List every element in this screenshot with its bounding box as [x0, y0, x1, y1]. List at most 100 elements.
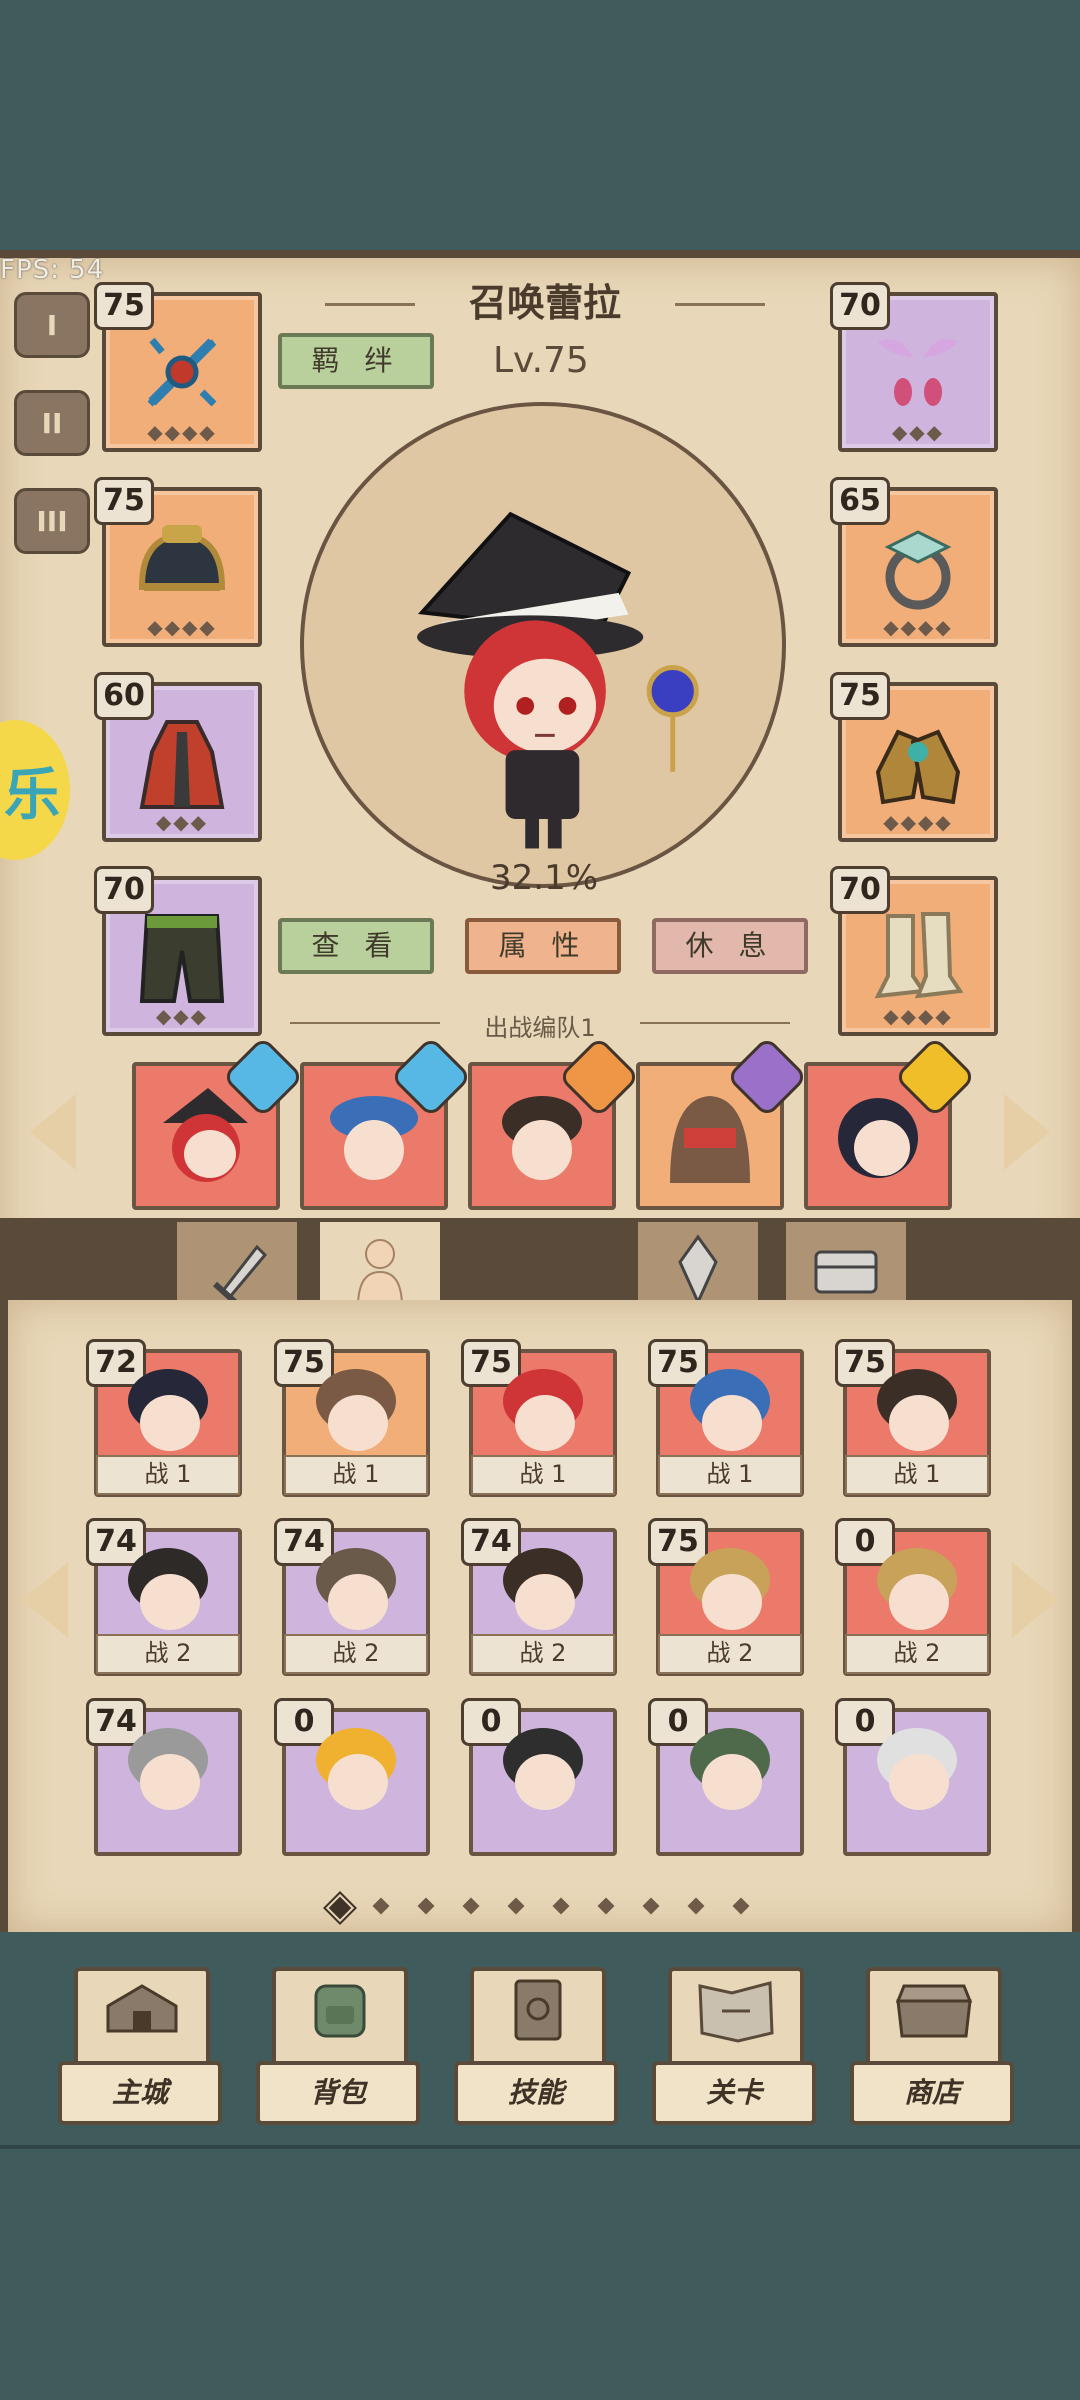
- equip-slot-helmet[interactable]: 75 ◆◆◆◆: [94, 477, 262, 647]
- title-divider: [675, 303, 765, 306]
- boots-icon: [874, 912, 964, 999]
- equip-slot-earrings[interactable]: 70 ◆◆◆: [830, 282, 998, 452]
- hero-face-icon: [877, 1369, 957, 1451]
- team-member-hooded[interactable]: [636, 1035, 809, 1210]
- nav-backpack[interactable]: 背包: [256, 1967, 420, 2125]
- hero-face-icon: [316, 1728, 396, 1810]
- roster-next-arrow[interactable]: [1012, 1562, 1058, 1638]
- view-button[interactable]: 查 看: [278, 918, 434, 974]
- equip-slot-ring[interactable]: 65 ◆◆◆◆: [830, 477, 998, 647]
- title-divider: [325, 303, 415, 306]
- nav-label: 技能: [454, 2061, 618, 2125]
- team-divider: [640, 1022, 790, 1024]
- hero-card[interactable]: 0: [648, 1698, 804, 1856]
- equip-stars: ◆◆◆: [155, 1004, 209, 1028]
- nav-label: 关卡: [652, 2061, 816, 2125]
- rank-2-icon[interactable]: II: [14, 390, 90, 456]
- hero-card[interactable]: 0: [835, 1698, 991, 1856]
- exp-percent: 32.1%: [490, 858, 599, 898]
- nav-label: 商店: [850, 2061, 1014, 2125]
- hero-face-icon: [503, 1728, 583, 1810]
- hooded-face-icon: [670, 1096, 750, 1183]
- hero-card[interactable]: 75 战 1: [648, 1339, 804, 1497]
- equip-slot-staff[interactable]: 75 ◆◆◆◆: [94, 282, 262, 452]
- witch-face-icon: [163, 1088, 248, 1182]
- ring-icon: [884, 530, 952, 610]
- team-tag: 战 2: [284, 1634, 428, 1674]
- team-member-circlet-boy[interactable]: [468, 1035, 641, 1210]
- nav-label: 主城: [58, 2061, 222, 2125]
- hero-face-icon: [877, 1728, 957, 1810]
- backpack-icon: [314, 1984, 366, 2038]
- character-level: Lv.75: [493, 340, 589, 381]
- nav-stages[interactable]: 关卡: [652, 1967, 816, 2125]
- earrings-icon: [878, 339, 958, 406]
- hero-card[interactable]: 74 战 2: [86, 1518, 242, 1676]
- rank-1-icon[interactable]: I: [14, 292, 90, 358]
- hero-face-icon: [503, 1548, 583, 1630]
- hero-card[interactable]: 0战 2: [835, 1518, 991, 1676]
- blue-cap-face-icon: [330, 1096, 418, 1180]
- rank-label: II: [41, 406, 63, 440]
- equip-stars: ◆◆◆◆: [147, 420, 217, 444]
- team-member-blue-cap[interactable]: [300, 1035, 473, 1210]
- hero-card[interactable]: 0: [274, 1698, 430, 1856]
- gloves-icon: [875, 729, 961, 805]
- team-tag: 战 2: [658, 1634, 802, 1674]
- hero-face-icon: [316, 1548, 396, 1630]
- team-tag: 战 2: [471, 1634, 615, 1674]
- robe-icon: [139, 720, 225, 809]
- team-divider: [290, 1022, 440, 1024]
- hero-card[interactable]: 74: [86, 1698, 242, 1856]
- equip-slot-robe[interactable]: 60 ◆◆◆: [94, 672, 262, 842]
- house-icon: [106, 1984, 178, 2033]
- hero-face-icon: [316, 1369, 396, 1451]
- rest-button[interactable]: 休 息: [652, 918, 808, 974]
- hero-face-icon: [128, 1369, 208, 1451]
- character-name: 召唤蕾拉: [468, 281, 621, 325]
- hero-face-icon: [690, 1728, 770, 1810]
- team-next-arrow[interactable]: [1004, 1094, 1050, 1170]
- nav-main-city[interactable]: 主城: [58, 1967, 222, 2125]
- rank-label: I: [46, 308, 58, 342]
- team-tag: 战 1: [471, 1455, 615, 1495]
- nav-label: 背包: [256, 2061, 420, 2125]
- team-tag: 战 2: [845, 1634, 989, 1674]
- hero-card[interactable]: 0: [461, 1698, 617, 1856]
- hero-card[interactable]: 75 战 2: [648, 1518, 804, 1676]
- character-portrait[interactable]: [300, 402, 786, 888]
- hero-card[interactable]: 75 战 1: [461, 1339, 617, 1497]
- rank-3-icon[interactable]: III: [14, 488, 90, 554]
- equip-stars: ◆◆◆◆: [883, 1004, 953, 1028]
- roster-prev-arrow[interactable]: [22, 1562, 68, 1638]
- nav-shop[interactable]: 商店: [850, 1967, 1014, 2125]
- equip-slot-pants[interactable]: 70 ◆◆◆: [94, 866, 262, 1036]
- team-prev-arrow[interactable]: [30, 1094, 76, 1170]
- hero-card[interactable]: 75 战 1: [835, 1339, 991, 1497]
- hero-face-icon: [690, 1548, 770, 1630]
- team-member-witch[interactable]: [132, 1035, 305, 1210]
- nav-skills[interactable]: 技能: [454, 1967, 618, 2125]
- team-tag: 战 1: [96, 1455, 240, 1495]
- team-tag: 战 1: [658, 1455, 802, 1495]
- equip-stars: ◆◆◆◆: [147, 615, 217, 639]
- team-label: 出战编队1: [484, 1014, 596, 1042]
- fps-counter: FPS: 54: [0, 255, 105, 285]
- team-member-dark-hair-girl[interactable]: [804, 1035, 977, 1210]
- dark-hair-girl-face-icon: [838, 1098, 918, 1178]
- hero-card[interactable]: 75 战 1: [274, 1339, 430, 1497]
- team-tag: 战 1: [845, 1455, 989, 1495]
- equip-slot-gloves[interactable]: 75 ◆◆◆◆: [830, 672, 998, 842]
- attributes-button[interactable]: 属 性: [465, 918, 621, 974]
- hero-card[interactable]: 74 战 2: [461, 1518, 617, 1676]
- equip-stars: ◆◆◆: [155, 810, 209, 834]
- hero-face-icon: [877, 1548, 957, 1630]
- circlet-boy-face-icon: [502, 1096, 582, 1180]
- top-background: [0, 0, 1080, 250]
- hero-face-icon: [128, 1728, 208, 1810]
- side-coin-label: 乐: [4, 763, 60, 828]
- hero-card[interactable]: 74 战 2: [274, 1518, 430, 1676]
- hero-card[interactable]: 72 战 1: [86, 1339, 242, 1497]
- bond-button[interactable]: 羁 绊: [278, 333, 434, 389]
- equip-slot-boots[interactable]: 70 ◆◆◆◆: [830, 866, 998, 1036]
